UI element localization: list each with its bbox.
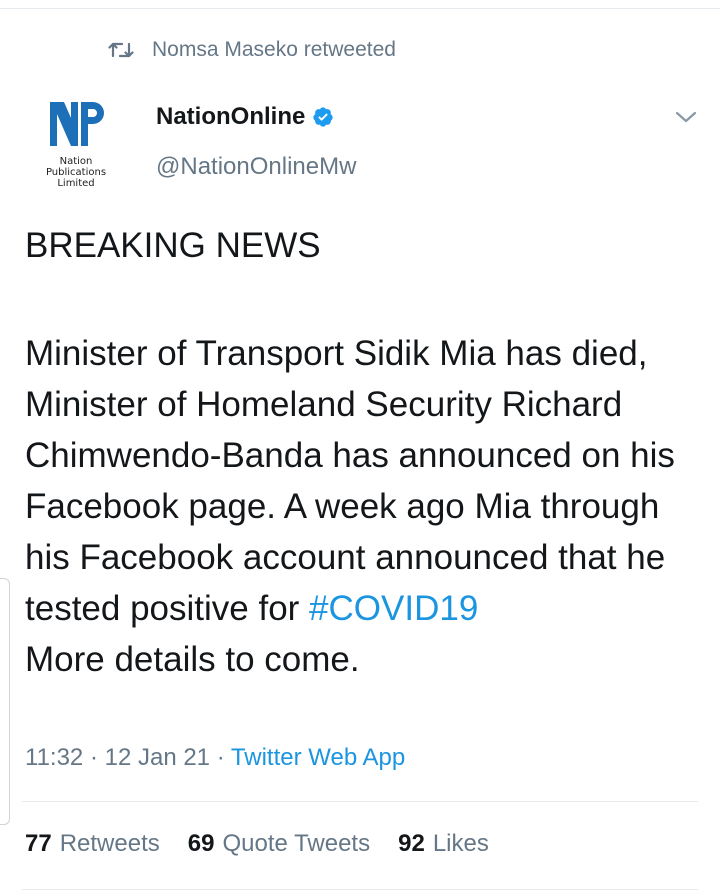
- tweet-stats: 77 Retweets 69 Quote Tweets 92 Likes: [25, 830, 517, 858]
- tweet-headline: BREAKING NEWS: [25, 226, 321, 265]
- likes-label: Likes: [432, 830, 489, 857]
- side-panel-edge: [0, 578, 10, 825]
- quotes-label: Quote Tweets: [222, 830, 371, 857]
- top-divider: [0, 8, 720, 9]
- tweet-body-text: Minister of Transport Sidik Mia has died…: [25, 334, 675, 628]
- stats-divider: [22, 801, 698, 802]
- tweet-timestamp[interactable]: 11:32 · 12 Jan 21 ·: [25, 744, 231, 771]
- chevron-down-icon[interactable]: [672, 106, 700, 128]
- likes-stat[interactable]: 92 Likes: [398, 830, 489, 858]
- hashtag-link[interactable]: #COVID19: [309, 589, 478, 628]
- tweet-closing: More details to come.: [25, 640, 360, 679]
- verified-badge-icon: [313, 107, 333, 127]
- retweet-label: Nomsa Maseko retweeted: [152, 38, 396, 61]
- bottom-divider: [22, 889, 698, 890]
- author-name[interactable]: NationOnline: [156, 103, 305, 131]
- np-logo-icon: [50, 102, 104, 146]
- tweet-meta: 11:32 · 12 Jan 21 · Twitter Web App: [25, 744, 405, 772]
- author-handle[interactable]: @NationOnlineMw: [156, 153, 356, 181]
- quote-tweets-stat[interactable]: 69 Quote Tweets: [188, 830, 370, 858]
- retweet-icon: [108, 39, 134, 61]
- tweet-body: Minister of Transport Sidik Mia has died…: [25, 328, 705, 685]
- likes-count: 92: [398, 830, 425, 857]
- quotes-count: 69: [187, 830, 215, 857]
- retweet-context[interactable]: Nomsa Maseko retweeted: [108, 35, 396, 65]
- retweets-label: Retweets: [59, 830, 160, 857]
- tweet-source-link[interactable]: Twitter Web App: [231, 744, 405, 771]
- retweets-stat[interactable]: 77 Retweets: [25, 830, 160, 858]
- avatar[interactable]: Nation Publications Limited: [26, 98, 126, 196]
- logo-caption: Nation Publications Limited: [45, 156, 107, 189]
- author-name-row[interactable]: NationOnline: [156, 103, 334, 131]
- retweets-count: 77: [25, 830, 52, 857]
